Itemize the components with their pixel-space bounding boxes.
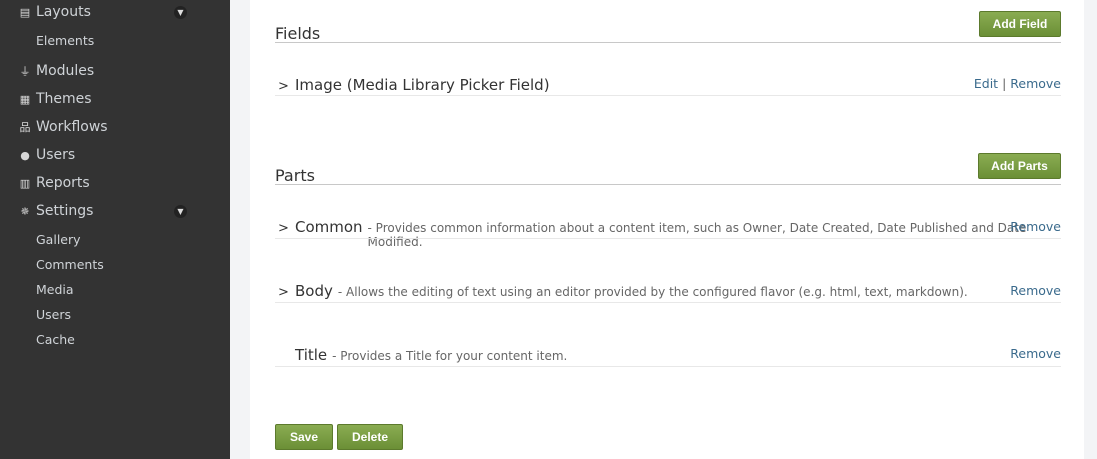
remove-link[interactable]: Remove bbox=[1010, 76, 1061, 91]
nav-media[interactable]: Media bbox=[36, 282, 74, 297]
fields-heading: Fields bbox=[275, 24, 321, 43]
sidebar: ▤ Layouts ▼ Elements ⏚ Modules ▦ Themes 品 Wo… bbox=[0, 0, 230, 459]
parts-heading: Parts bbox=[275, 166, 315, 185]
chevron-right-icon[interactable]: > bbox=[278, 285, 295, 300]
nav-gallery[interactable]: Gallery bbox=[36, 232, 81, 247]
part-row-body[interactable]: > Body - Allows the editing of text using … bbox=[278, 282, 968, 300]
divider bbox=[275, 238, 1061, 239]
nav-settings-users[interactable]: Users bbox=[36, 307, 71, 322]
divider bbox=[275, 184, 1061, 185]
save-button[interactable]: Save bbox=[275, 424, 333, 450]
nav-comments[interactable]: Comments bbox=[36, 257, 104, 272]
main-panel: Fields Add Field > Image (Media Library P… bbox=[250, 0, 1084, 459]
divider bbox=[275, 302, 1061, 303]
user-icon: ● bbox=[20, 148, 30, 162]
nav-workflows[interactable]: 品 Workflows bbox=[18, 119, 108, 135]
nav-elements[interactable]: Elements bbox=[36, 33, 94, 48]
chevron-right-icon[interactable]: > bbox=[278, 79, 295, 94]
nav-settings[interactable]: ✵ Settings bbox=[18, 203, 93, 219]
add-parts-button[interactable]: Add Parts bbox=[978, 153, 1061, 179]
divider bbox=[275, 366, 1061, 367]
nav-cache[interactable]: Cache bbox=[36, 332, 75, 347]
divider bbox=[275, 95, 1061, 96]
nav-themes[interactable]: ▦ Themes bbox=[18, 91, 92, 107]
plug-icon: ⏚ bbox=[19, 65, 31, 78]
theme-icon: ▦ bbox=[19, 92, 31, 106]
nav-modules[interactable]: ⏚ Modules bbox=[18, 63, 95, 79]
layout-icon: ▤ bbox=[19, 5, 31, 19]
chevron-down-icon[interactable]: ▼ bbox=[174, 6, 187, 19]
delete-button[interactable]: Delete bbox=[337, 424, 403, 450]
nav-reports[interactable]: ▥ Reports bbox=[18, 175, 90, 191]
remove-link[interactable]: Remove bbox=[1010, 219, 1061, 234]
field-actions: Edit | Remove bbox=[973, 76, 1061, 91]
gear-icon: ✵ bbox=[20, 204, 30, 218]
nav-users[interactable]: ● Users bbox=[18, 147, 75, 163]
remove-link[interactable]: Remove bbox=[1010, 346, 1061, 361]
divider bbox=[275, 42, 1061, 43]
field-row[interactable]: > Image (Media Library Picker Field) bbox=[278, 76, 550, 94]
bar-chart-icon: ▥ bbox=[19, 176, 31, 190]
sitemap-icon: 品 bbox=[19, 121, 31, 134]
chevron-down-icon[interactable]: ▼ bbox=[174, 205, 187, 218]
part-row-title[interactable]: Title - Provides a Title for your content… bbox=[278, 346, 567, 364]
remove-link[interactable]: Remove bbox=[1010, 283, 1061, 298]
chevron-right-icon[interactable]: > bbox=[278, 221, 295, 236]
edit-link[interactable]: Edit bbox=[974, 76, 998, 91]
add-field-button[interactable]: Add Field bbox=[979, 11, 1061, 37]
part-row-common[interactable]: > Common - Provides common information abo… bbox=[278, 218, 1084, 249]
nav-layouts[interactable]: ▤ Layouts bbox=[18, 4, 91, 20]
